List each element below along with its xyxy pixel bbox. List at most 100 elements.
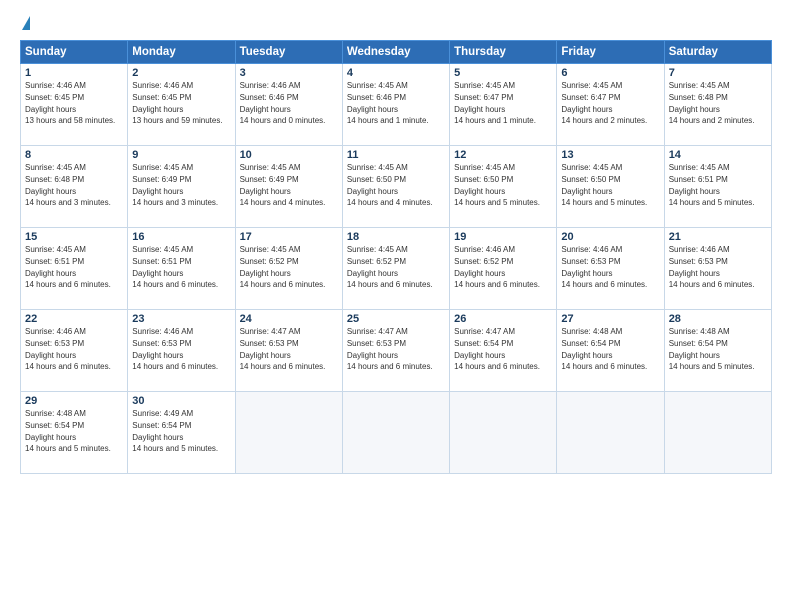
day-detail: Sunrise: 4:45 AMSunset: 6:47 PMDaylight … xyxy=(454,81,536,125)
calendar-cell xyxy=(557,392,664,474)
day-detail: Sunrise: 4:46 AMSunset: 6:53 PMDaylight … xyxy=(561,245,647,289)
day-detail: Sunrise: 4:46 AMSunset: 6:53 PMDaylight … xyxy=(25,327,111,371)
weekday-header-row: SundayMondayTuesdayWednesdayThursdayFrid… xyxy=(21,41,772,64)
day-detail: Sunrise: 4:46 AMSunset: 6:45 PMDaylight … xyxy=(25,81,115,125)
calendar-cell: 9 Sunrise: 4:45 AMSunset: 6:49 PMDaylight… xyxy=(128,146,235,228)
weekday-header: Thursday xyxy=(450,41,557,64)
calendar-cell: 21 Sunrise: 4:46 AMSunset: 6:53 PMDayligh… xyxy=(664,228,771,310)
calendar-cell: 7 Sunrise: 4:45 AMSunset: 6:48 PMDaylight… xyxy=(664,64,771,146)
day-number: 3 xyxy=(240,67,338,79)
day-detail: Sunrise: 4:47 AMSunset: 6:53 PMDaylight … xyxy=(240,327,326,371)
day-detail: Sunrise: 4:45 AMSunset: 6:49 PMDaylight … xyxy=(132,163,218,207)
day-detail: Sunrise: 4:45 AMSunset: 6:52 PMDaylight … xyxy=(240,245,326,289)
weekday-header: Wednesday xyxy=(342,41,449,64)
day-number: 27 xyxy=(561,313,659,325)
day-number: 4 xyxy=(347,67,445,79)
calendar-cell xyxy=(664,392,771,474)
calendar-cell: 17 Sunrise: 4:45 AMSunset: 6:52 PMDayligh… xyxy=(235,228,342,310)
day-number: 22 xyxy=(25,313,123,325)
calendar-cell: 10Sunrise: 4:45 AMSunset: 6:49 PMDayligh… xyxy=(235,146,342,228)
day-detail: Sunrise: 4:46 AMSunset: 6:52 PMDaylight … xyxy=(454,245,540,289)
calendar-cell: 26Sunrise: 4:47 AMSunset: 6:54 PMDayligh… xyxy=(450,310,557,392)
day-number: 9 xyxy=(132,149,230,161)
calendar-cell: 23 Sunrise: 4:46 AMSunset: 6:53 PMDayligh… xyxy=(128,310,235,392)
day-number: 8 xyxy=(25,149,123,161)
day-detail: Sunrise: 4:48 AMSunset: 6:54 PMDaylight … xyxy=(669,327,755,371)
day-number: 6 xyxy=(561,67,659,79)
day-detail: Sunrise: 4:46 AMSunset: 6:46 PMDaylight … xyxy=(240,81,326,125)
day-number: 13 xyxy=(561,149,659,161)
calendar-cell: 14Sunrise: 4:45 AMSunset: 6:51 PMDayligh… xyxy=(664,146,771,228)
calendar-cell: 16 Sunrise: 4:45 AMSunset: 6:51 PMDayligh… xyxy=(128,228,235,310)
day-detail: Sunrise: 4:45 AMSunset: 6:50 PMDaylight … xyxy=(454,163,540,207)
day-detail: Sunrise: 4:45 AMSunset: 6:52 PMDaylight … xyxy=(347,245,433,289)
day-detail: Sunrise: 4:47 AMSunset: 6:54 PMDaylight … xyxy=(454,327,540,371)
calendar-week-row: 8 Sunrise: 4:45 AMSunset: 6:48 PMDaylight… xyxy=(21,146,772,228)
calendar-week-row: 15 Sunrise: 4:45 AMSunset: 6:51 PMDayligh… xyxy=(21,228,772,310)
day-number: 14 xyxy=(669,149,767,161)
calendar-cell xyxy=(235,392,342,474)
logo xyxy=(20,16,30,30)
calendar-cell: 12 Sunrise: 4:45 AMSunset: 6:50 PMDayligh… xyxy=(450,146,557,228)
calendar-cell: 8 Sunrise: 4:45 AMSunset: 6:48 PMDaylight… xyxy=(21,146,128,228)
calendar-cell: 11 Sunrise: 4:45 AMSunset: 6:50 PMDayligh… xyxy=(342,146,449,228)
calendar-table: SundayMondayTuesdayWednesdayThursdayFrid… xyxy=(20,40,772,474)
weekday-header: Sunday xyxy=(21,41,128,64)
day-number: 16 xyxy=(132,231,230,243)
day-number: 21 xyxy=(669,231,767,243)
day-detail: Sunrise: 4:45 AMSunset: 6:48 PMDaylight … xyxy=(669,81,755,125)
day-number: 2 xyxy=(132,67,230,79)
day-detail: Sunrise: 4:45 AMSunset: 6:51 PMDaylight … xyxy=(132,245,218,289)
day-number: 30 xyxy=(132,395,230,407)
day-number: 5 xyxy=(454,67,552,79)
day-number: 11 xyxy=(347,149,445,161)
calendar-cell: 6 Sunrise: 4:45 AMSunset: 6:47 PMDaylight… xyxy=(557,64,664,146)
day-number: 28 xyxy=(669,313,767,325)
calendar-cell: 18 Sunrise: 4:45 AMSunset: 6:52 PMDayligh… xyxy=(342,228,449,310)
calendar-cell xyxy=(450,392,557,474)
day-detail: Sunrise: 4:45 AMSunset: 6:48 PMDaylight … xyxy=(25,163,111,207)
day-detail: Sunrise: 4:46 AMSunset: 6:53 PMDaylight … xyxy=(669,245,755,289)
calendar-cell: 20Sunrise: 4:46 AMSunset: 6:53 PMDayligh… xyxy=(557,228,664,310)
calendar-cell: 3 Sunrise: 4:46 AMSunset: 6:46 PMDaylight… xyxy=(235,64,342,146)
day-detail: Sunrise: 4:45 AMSunset: 6:49 PMDaylight … xyxy=(240,163,326,207)
day-number: 25 xyxy=(347,313,445,325)
logo-triangle-icon xyxy=(22,16,30,30)
day-detail: Sunrise: 4:45 AMSunset: 6:50 PMDaylight … xyxy=(561,163,647,207)
day-number: 23 xyxy=(132,313,230,325)
day-number: 29 xyxy=(25,395,123,407)
calendar-cell: 30 Sunrise: 4:49 AMSunset: 6:54 PMDayligh… xyxy=(128,392,235,474)
day-number: 7 xyxy=(669,67,767,79)
calendar-week-row: 22 Sunrise: 4:46 AMSunset: 6:53 PMDayligh… xyxy=(21,310,772,392)
calendar-cell: 22 Sunrise: 4:46 AMSunset: 6:53 PMDayligh… xyxy=(21,310,128,392)
day-number: 17 xyxy=(240,231,338,243)
calendar-cell: 2Sunrise: 4:46 AMSunset: 6:45 PMDaylight… xyxy=(128,64,235,146)
weekday-header: Saturday xyxy=(664,41,771,64)
day-detail: Sunrise: 4:45 AMSunset: 6:50 PMDaylight … xyxy=(347,163,433,207)
day-detail: Sunrise: 4:48 AMSunset: 6:54 PMDaylight … xyxy=(561,327,647,371)
calendar-cell: 28 Sunrise: 4:48 AMSunset: 6:54 PMDayligh… xyxy=(664,310,771,392)
calendar-cell: 25Sunrise: 4:47 AMSunset: 6:53 PMDayligh… xyxy=(342,310,449,392)
calendar-cell: 27 Sunrise: 4:48 AMSunset: 6:54 PMDayligh… xyxy=(557,310,664,392)
calendar-week-row: 29 Sunrise: 4:48 AMSunset: 6:54 PMDayligh… xyxy=(21,392,772,474)
day-number: 12 xyxy=(454,149,552,161)
weekday-header: Tuesday xyxy=(235,41,342,64)
calendar-cell: 1 Sunrise: 4:46 AMSunset: 6:45 PMDaylight… xyxy=(21,64,128,146)
day-detail: Sunrise: 4:45 AMSunset: 6:47 PMDaylight … xyxy=(561,81,647,125)
day-detail: Sunrise: 4:49 AMSunset: 6:54 PMDaylight … xyxy=(132,409,218,453)
day-detail: Sunrise: 4:48 AMSunset: 6:54 PMDaylight … xyxy=(25,409,111,453)
calendar-cell: 13 Sunrise: 4:45 AMSunset: 6:50 PMDayligh… xyxy=(557,146,664,228)
day-detail: Sunrise: 4:45 AMSunset: 6:51 PMDaylight … xyxy=(25,245,111,289)
day-detail: Sunrise: 4:46 AMSunset: 6:53 PMDaylight … xyxy=(132,327,218,371)
calendar-cell: 24Sunrise: 4:47 AMSunset: 6:53 PMDayligh… xyxy=(235,310,342,392)
day-number: 1 xyxy=(25,67,123,79)
calendar-cell: 29 Sunrise: 4:48 AMSunset: 6:54 PMDayligh… xyxy=(21,392,128,474)
calendar-cell: 5 Sunrise: 4:45 AMSunset: 6:47 PMDaylight… xyxy=(450,64,557,146)
day-number: 18 xyxy=(347,231,445,243)
weekday-header: Friday xyxy=(557,41,664,64)
day-number: 15 xyxy=(25,231,123,243)
calendar-cell: 4 Sunrise: 4:45 AMSunset: 6:46 PMDaylight… xyxy=(342,64,449,146)
calendar-cell: 19 Sunrise: 4:46 AMSunset: 6:52 PMDayligh… xyxy=(450,228,557,310)
day-number: 19 xyxy=(454,231,552,243)
day-detail: Sunrise: 4:45 AMSunset: 6:46 PMDaylight … xyxy=(347,81,429,125)
